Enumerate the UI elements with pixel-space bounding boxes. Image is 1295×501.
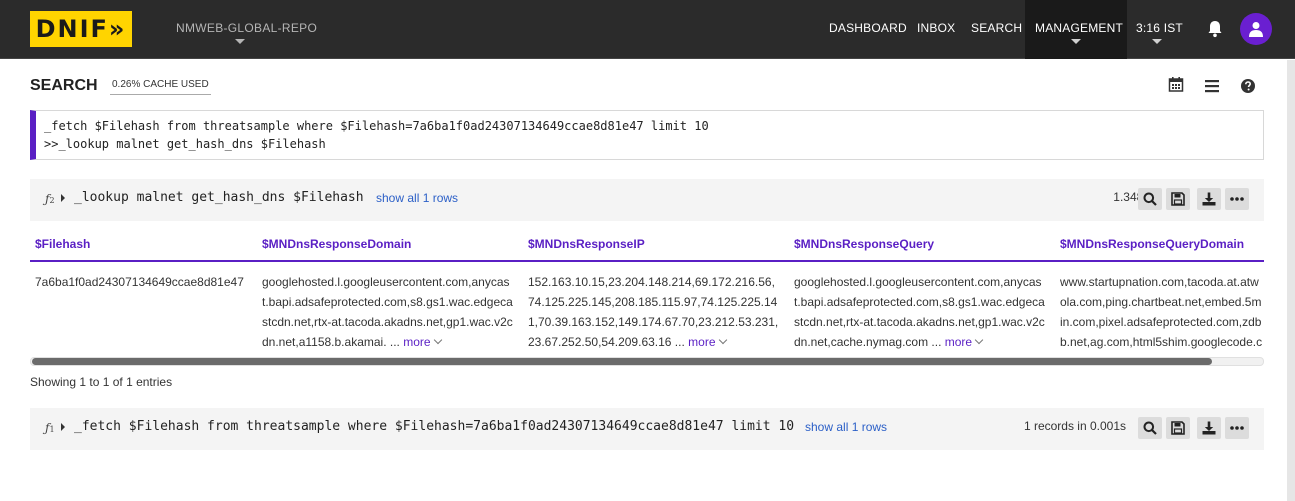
nav-inbox[interactable]: INBOX — [917, 21, 955, 35]
nav-dashboard[interactable]: DASHBOARD — [829, 21, 907, 35]
query-line-1: _fetch $Filehash from threatsample where… — [44, 119, 709, 133]
more-options-button[interactable] — [1225, 417, 1249, 439]
top-nav: DNIF» NMWEB-GLOBAL-REPO DASHBOARD INBOX … — [0, 0, 1295, 59]
entries-count: Showing 1 to 1 of 1 entries — [30, 375, 173, 389]
search-icon — [1143, 192, 1157, 206]
search-button[interactable] — [1138, 417, 1162, 439]
column-header-response-query-domain[interactable]: $MNDnsResponseQueryDomain — [1060, 237, 1244, 251]
page-title: SEARCH — [30, 77, 98, 94]
horizontal-scrollbar-thumb[interactable] — [32, 358, 1212, 365]
expand-caret-icon[interactable] — [61, 423, 65, 431]
column-header-response-domain[interactable]: $MNDnsResponseDomain — [262, 237, 411, 251]
download-button[interactable] — [1197, 188, 1221, 210]
list-menu-icon[interactable] — [1204, 78, 1220, 94]
expand-caret-icon[interactable] — [61, 194, 65, 202]
chevron-down-icon[interactable] — [718, 335, 727, 345]
dnif-logo[interactable]: DNIF» — [30, 11, 132, 47]
calendar-icon[interactable] — [1168, 76, 1184, 92]
repo-selector[interactable]: NMWEB-GLOBAL-REPO — [176, 21, 317, 35]
query-editor[interactable]: _fetch $Filehash from threatsample where… — [30, 110, 1264, 160]
query-line-2: >>_lookup malnet get_hash_dns $Filehash — [44, 137, 326, 151]
download-button[interactable] — [1197, 417, 1221, 439]
result-bar-lookup: ƒ2 _lookup malnet get_hash_dns $Filehash… — [30, 179, 1264, 221]
more-options-button[interactable] — [1225, 188, 1249, 210]
search-icon — [1143, 421, 1157, 435]
repo-caret-icon[interactable] — [235, 39, 245, 44]
result-bar-fetch: ƒ1 _fetch $Filehash from threatsample wh… — [30, 408, 1264, 450]
save-button[interactable] — [1166, 417, 1190, 439]
function-label: ƒ1 — [45, 421, 55, 435]
download-icon — [1202, 421, 1216, 435]
column-header-filehash[interactable]: $Filehash — [35, 237, 90, 251]
column-header-response-ip[interactable]: $MNDnsResponseIP — [528, 237, 645, 251]
show-all-rows-link[interactable]: show all 1 rows — [376, 191, 458, 205]
nav-search[interactable]: SEARCH — [971, 21, 1022, 35]
download-icon — [1202, 192, 1216, 206]
chevron-down-icon[interactable] — [974, 335, 984, 345]
show-all-rows-link[interactable]: show all 1 rows — [805, 420, 887, 434]
nav-management[interactable]: MANAGEMENT — [1035, 21, 1123, 35]
chevron-down-icon[interactable] — [433, 335, 442, 345]
table-cell-response-query-domain: www.startupnation.com,tacoda.at.atwola.c… — [1060, 275, 1263, 349]
search-button[interactable] — [1138, 188, 1162, 210]
table-cell-response-ip: 152.163.10.15,23.204.148.214,69.172.216.… — [528, 275, 779, 349]
bell-icon[interactable] — [1207, 20, 1223, 38]
table-cell-response-query: googlehosted.l.googleusercontent.com,any… — [794, 275, 1045, 349]
ellipsis-icon — [1230, 426, 1244, 430]
save-button[interactable] — [1166, 188, 1190, 210]
more-link[interactable]: more — [688, 335, 715, 349]
result-query-text: _lookup malnet get_hash_dns $Filehash — [74, 190, 364, 205]
user-avatar[interactable] — [1240, 13, 1272, 45]
cache-badge: 0.26% CACHE USED — [110, 76, 211, 95]
time-caret-icon[interactable] — [1152, 39, 1162, 44]
result-query-text: _fetch $Filehash from threatsample where… — [74, 419, 795, 434]
more-link[interactable]: more — [403, 335, 430, 349]
table-cell-response-domain: googlehosted.l.googleusercontent.com,any… — [262, 275, 513, 349]
table-cell-filehash: 7a6ba1f0ad24307134649ccae8d81e47 — [35, 275, 244, 289]
more-link[interactable]: more — [945, 335, 972, 349]
nav-time[interactable]: 3:16 IST — [1136, 21, 1183, 35]
management-caret-icon[interactable] — [1071, 39, 1081, 44]
header-underline — [30, 260, 1264, 262]
column-header-response-query[interactable]: $MNDnsResponseQuery — [794, 237, 934, 251]
function-label: ƒ2 — [45, 192, 55, 206]
ellipsis-icon — [1230, 197, 1244, 201]
page-scrollbar-gutter — [1287, 60, 1295, 501]
result-timing: 1 records in 0.001s — [1023, 419, 1126, 433]
save-icon — [1171, 421, 1185, 435]
logo-text: DNIF» — [35, 15, 127, 43]
user-icon — [1249, 22, 1263, 37]
save-icon — [1171, 192, 1185, 206]
help-icon[interactable] — [1240, 78, 1256, 94]
